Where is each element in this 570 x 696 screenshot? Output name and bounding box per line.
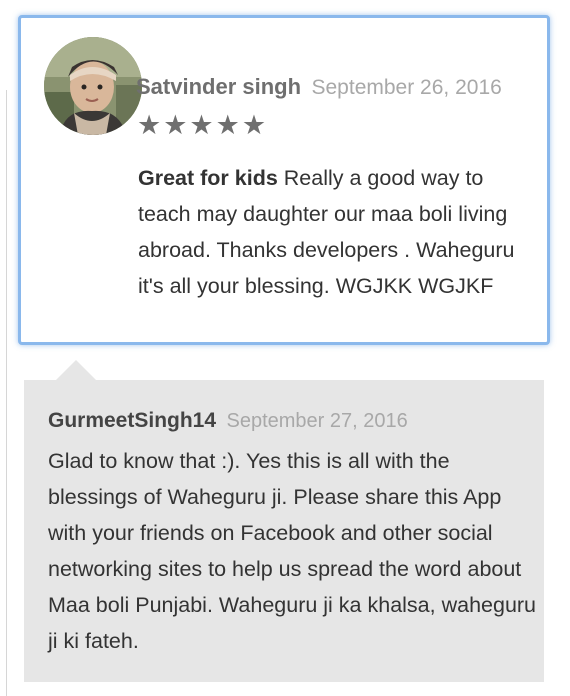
review-body: Great for kids Really a good way to teac… xyxy=(138,160,533,304)
reply-date: September 27, 2016 xyxy=(226,410,408,432)
reply-author: GurmeetSingh14 xyxy=(48,409,217,432)
review-title: Great for kids xyxy=(138,166,278,190)
reply-text: Glad to know that :). Yes this is all wi… xyxy=(48,449,537,653)
reply-pointer xyxy=(56,360,96,380)
star-rating: ★★★★★ xyxy=(137,110,269,140)
review-date: September 26, 2016 xyxy=(311,76,502,99)
review-author-line: Satvinder singh September 26, 2016 xyxy=(136,74,502,100)
left-rail-divider xyxy=(0,90,7,696)
review-page: Satvinder singh September 26, 2016 ★★★★★… xyxy=(0,0,570,696)
reply-author-line: GurmeetSingh14 September 27, 2016 xyxy=(48,409,408,433)
developer-reply: GurmeetSingh14 September 27, 2016 Glad t… xyxy=(24,380,544,682)
reviewer-avatar xyxy=(44,37,142,135)
reviewer-name[interactable]: Satvinder singh xyxy=(136,74,301,99)
avatar-image xyxy=(44,37,142,135)
